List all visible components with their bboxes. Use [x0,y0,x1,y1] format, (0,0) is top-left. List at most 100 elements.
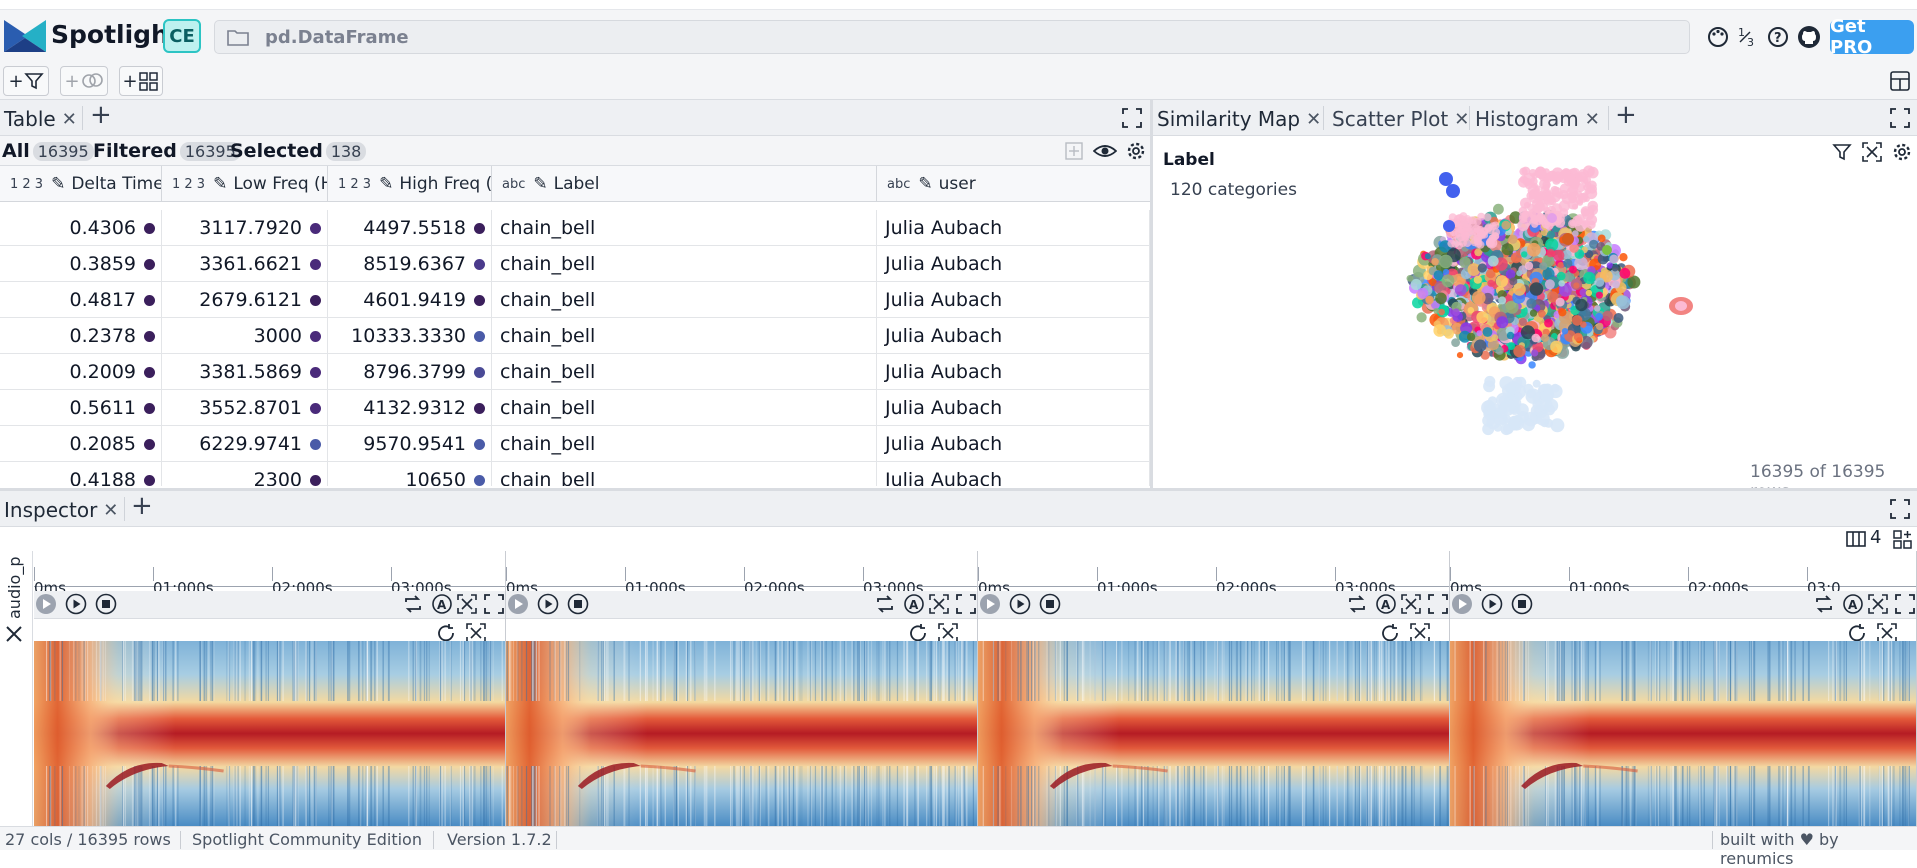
column-header-low-freq[interactable]: 1 2 3 ✎ Low Freq (H: [162,166,328,202]
fullscreen-icon[interactable] [1122,108,1142,128]
table-cell-delta[interactable]: 0.4188 [0,462,162,486]
table-cell-high[interactable]: 4132.9312 [328,390,492,426]
table-cell-user[interactable]: Julia Aubach [877,318,1150,354]
inspector-audio-cell[interactable]: 0ms 01:000s 02:000s 03:000s A [34,551,506,826]
stop-icon[interactable] [1511,593,1533,615]
column-header-label[interactable]: abc ✎ Label [492,166,877,202]
table-cell-low[interactable]: 2300 [162,462,328,486]
fit-icon[interactable] [1409,623,1431,643]
fit-icon[interactable] [1876,623,1898,643]
table-row[interactable]: 0.2378 3000 10333.3330 chain_bell Julia Auba… [0,318,1150,354]
fit-icon[interactable] [465,623,487,643]
table-cell-user[interactable]: Julia Aubach [877,462,1150,486]
table-cell-delta[interactable]: 0.4817 [0,282,162,318]
stat-filtered[interactable]: Filtered 16395 [93,140,241,162]
fit-icon[interactable] [928,593,950,615]
repeat-icon[interactable] [1346,593,1368,615]
fullscreen-icon[interactable] [1427,593,1449,615]
rewind-icon[interactable] [979,593,1001,615]
spectrogram[interactable] [978,641,1449,826]
audio-timeline[interactable]: 0ms 01:000s 02:000s 03:000s [34,567,505,597]
gear-icon[interactable] [1125,140,1147,162]
table-cell-low[interactable]: 6229.9741 [162,426,328,462]
fit-icon[interactable] [456,593,478,615]
rewind-icon[interactable] [1451,593,1473,615]
table-row[interactable]: 0.4188 2300 10650 chain_bell Julia Aubach [0,462,1150,486]
tab-histogram[interactable]: Histogram ✕ [1475,104,1600,134]
table-cell-low[interactable]: 3000 [162,318,328,354]
table-cell-high[interactable]: 10650 [328,462,492,486]
table-cell-high[interactable]: 9570.9541 [328,426,492,462]
edit-icon[interactable]: ✎ [213,174,227,194]
table-row[interactable]: 0.4306 3117.7920 4497.5518 chain_bell Julia … [0,210,1150,246]
table-cell-low[interactable]: 3117.7920 [162,210,328,246]
table-cell-label[interactable]: chain_bell [492,246,877,282]
add-similarity-filter-button[interactable]: + [60,66,108,96]
palette-icon[interactable] [1706,22,1730,52]
table-row[interactable]: 0.5611 3552.8701 4132.9312 chain_bell Julia … [0,390,1150,426]
fullscreen-icon[interactable] [1894,593,1916,615]
repeat-icon[interactable] [874,593,896,615]
table-cell-label[interactable]: chain_bell [492,462,877,486]
table-cell-user[interactable]: Julia Aubach [877,354,1150,390]
stop-icon[interactable] [567,593,589,615]
eye-icon[interactable] [1093,141,1117,161]
filter-icon[interactable] [1832,142,1852,162]
fit-icon[interactable] [937,623,959,643]
fit-icon[interactable] [1400,593,1422,615]
play-icon[interactable] [537,593,559,615]
tab-scatter-plot[interactable]: Scatter Plot ✕ [1332,104,1469,134]
autoplay-icon[interactable]: A [1375,593,1397,615]
layout-icon[interactable] [1890,71,1910,91]
spectrogram[interactable] [506,641,977,826]
column-header-delta-time[interactable]: 1 2 3 ✎ Delta Time ( [0,166,162,202]
fit-view-icon[interactable] [1862,142,1882,162]
table-cell-user[interactable]: Julia Aubach [877,210,1150,246]
table-cell-label[interactable]: chain_bell [492,354,877,390]
table-cell-high[interactable]: 8796.3799 [328,354,492,390]
close-icon[interactable]: ✕ [1306,109,1321,130]
spectrogram[interactable] [34,641,505,826]
table-cell-delta[interactable]: 0.3859 [0,246,162,282]
gear-icon[interactable] [1891,141,1913,163]
dataset-path-bar[interactable]: pd.DataFrame [214,20,1690,54]
rewind-icon[interactable] [35,593,57,615]
fullscreen-icon[interactable] [483,593,505,615]
add-tab-icon[interactable]: + [90,100,112,130]
table-cell-low[interactable]: 2679.6121 [162,282,328,318]
stat-all[interactable]: All 16395 [2,140,94,162]
edit-icon[interactable]: ✎ [918,174,932,194]
table-cell-delta[interactable]: 0.2009 [0,354,162,390]
add-tab-icon[interactable]: + [131,491,153,521]
table-cell-low[interactable]: 3381.5869 [162,354,328,390]
table-row[interactable]: 0.4817 2679.6121 4601.9419 chain_bell Julia … [0,282,1150,318]
table-cell-user[interactable]: Julia Aubach [877,246,1150,282]
close-icon[interactable]: ✕ [1585,109,1600,130]
tab-similarity-map[interactable]: Similarity Map ✕ [1157,104,1321,134]
play-icon[interactable] [1009,593,1031,615]
stat-selected[interactable]: Selected 138 [230,140,367,162]
autoplay-icon[interactable]: A [903,593,925,615]
column-header-high-freq[interactable]: 1 2 3 ✎ High Freq (H [328,166,492,202]
table-cell-high[interactable]: 10333.3330 [328,318,492,354]
get-pro-button[interactable]: Get PRO [1830,16,1914,58]
reset-zoom-icon[interactable] [1847,623,1869,643]
inspector-column-count[interactable]: 4 [1870,527,1881,548]
stop-icon[interactable] [95,593,117,615]
table-cell-delta[interactable]: 0.2085 [0,426,162,462]
spectrogram[interactable] [1450,641,1916,826]
status-built-with[interactable]: built with ♥ by renumics [1720,830,1917,868]
play-icon[interactable] [65,593,87,615]
tab-table[interactable]: Table ✕ [4,104,77,134]
table-cell-low[interactable]: 3552.8701 [162,390,328,426]
close-icon[interactable]: ✕ [62,109,77,130]
number-format-icon[interactable]: 1 3 [1737,22,1759,52]
inspector-audio-cell[interactable]: 0ms 01:000s 02:000s 03:000s A [978,551,1450,826]
add-filter-button[interactable]: + [3,66,49,96]
table-cell-label[interactable]: chain_bell [492,318,877,354]
edit-icon[interactable]: ✎ [533,174,547,194]
columns-icon[interactable] [1846,531,1866,547]
table-cell-high[interactable]: 8519.6367 [328,246,492,282]
repeat-icon[interactable] [1813,593,1835,615]
table-cell-user[interactable]: Julia Aubach [877,282,1150,318]
